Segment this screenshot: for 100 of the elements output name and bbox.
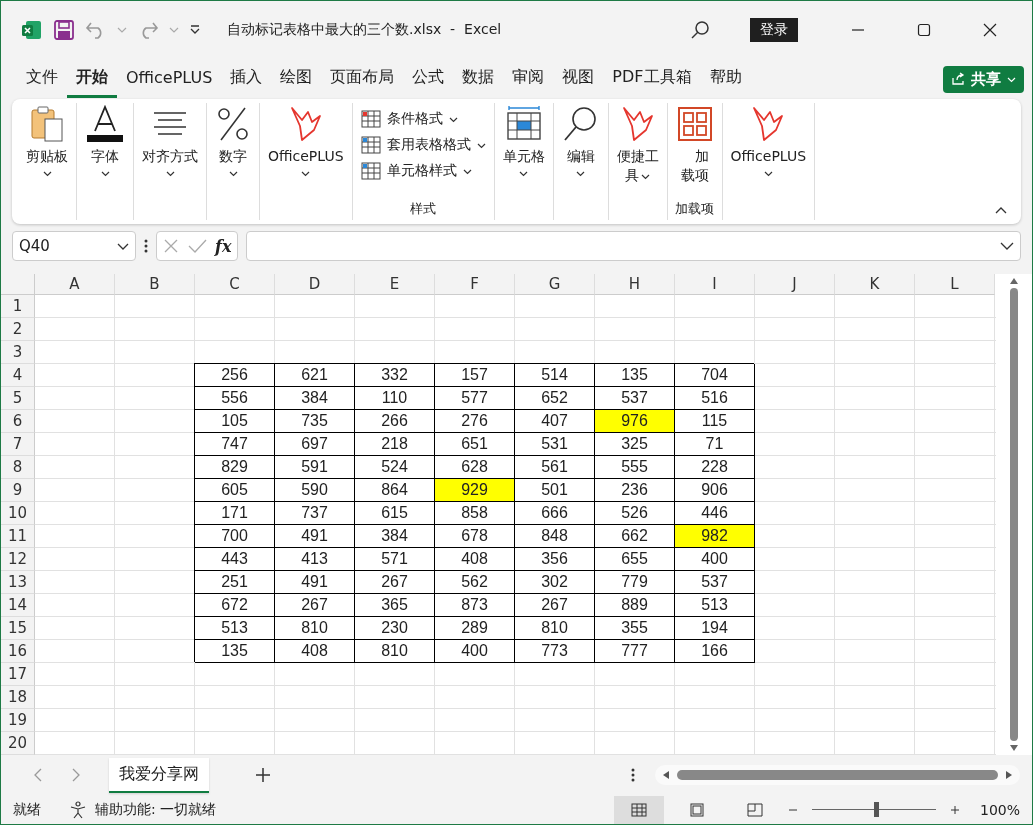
- table-cell: 652: [515, 387, 595, 410]
- table-icon: [360, 136, 381, 154]
- expand-caret-icon[interactable]: [1000, 242, 1014, 250]
- row-header[interactable]: 8: [1, 456, 35, 479]
- column-header[interactable]: I: [675, 274, 755, 295]
- more-options-icon[interactable]: [631, 768, 635, 782]
- row-header[interactable]: 4: [1, 364, 35, 387]
- ribbon-button[interactable]: 剪贴板: [22, 103, 72, 179]
- row-header[interactable]: 1: [1, 295, 35, 318]
- ribbon-tab[interactable]: 文件: [17, 60, 67, 98]
- search-icon[interactable]: [690, 20, 710, 40]
- accessibility-icon[interactable]: [69, 800, 87, 819]
- row-header[interactable]: 16: [1, 640, 35, 663]
- table-cell: 829: [195, 456, 275, 479]
- column-header[interactable]: A: [35, 274, 115, 295]
- view-button[interactable]: [613, 795, 664, 824]
- table-cell: 266: [355, 410, 435, 433]
- table-cell: 556: [195, 387, 275, 410]
- column-header[interactable]: L: [915, 274, 995, 295]
- row-header[interactable]: 2: [1, 318, 35, 341]
- add-sheet-icon[interactable]: [255, 767, 271, 783]
- maximize-icon[interactable]: [917, 23, 931, 37]
- ribbon-button[interactable]: 编辑: [557, 103, 604, 179]
- sign-in-button[interactable]: 登录: [750, 18, 798, 42]
- table-cell: 332: [355, 364, 435, 387]
- column-header[interactable]: E: [355, 274, 435, 295]
- table-cell: 615: [355, 502, 435, 525]
- table-cell: 491: [275, 571, 355, 594]
- customize-caret-icon[interactable]: [189, 25, 201, 35]
- sheet-tab[interactable]: 我爱分享网: [109, 757, 209, 793]
- zoom-slider-thumb[interactable]: [874, 802, 880, 817]
- name-box[interactable]: Q40: [12, 231, 136, 261]
- scroll-right-icon[interactable]: [1006, 771, 1012, 779]
- ribbon-tab[interactable]: 帮助: [700, 60, 751, 98]
- ribbon-menu-button[interactable]: 单元格样式: [356, 159, 490, 183]
- column-header[interactable]: H: [595, 274, 675, 295]
- share-button[interactable]: 共享: [943, 65, 1024, 93]
- scroll-up-icon[interactable]: [1010, 278, 1018, 284]
- ribbon-tab[interactable]: PDF工具箱: [603, 60, 701, 98]
- next-sheet-icon[interactable]: [71, 768, 81, 782]
- table-cell: 105: [195, 410, 275, 433]
- ribbon-button[interactable]: OfficePLUS: [726, 103, 811, 179]
- ribbon-tab[interactable]: 公式: [403, 60, 454, 98]
- zoom-level[interactable]: 100%: [979, 801, 1020, 818]
- row-header[interactable]: 20: [1, 732, 35, 755]
- column-header[interactable]: B: [115, 274, 195, 295]
- ribbon-tab[interactable]: 视图: [553, 60, 604, 98]
- row-header[interactable]: 10: [1, 502, 35, 525]
- ribbon-menu-button[interactable]: 条件格式: [356, 107, 490, 131]
- zoom-in-icon[interactable]: [949, 804, 960, 815]
- accessibility-status[interactable]: 辅助功能: 一切就绪: [95, 800, 217, 819]
- row-header[interactable]: 19: [1, 709, 35, 732]
- row-header[interactable]: 17: [1, 663, 35, 686]
- ribbon-tab[interactable]: 绘图: [271, 60, 322, 98]
- row-header[interactable]: 3: [1, 341, 35, 364]
- more-options-icon[interactable]: [144, 239, 148, 253]
- ribbon-tab[interactable]: OfficePLUS: [117, 61, 222, 97]
- ribbon-button[interactable]: 便捷工具: [612, 103, 663, 187]
- row-header[interactable]: 9: [1, 479, 35, 502]
- ribbon-tab[interactable]: 审阅: [503, 60, 554, 98]
- scroll-left-icon[interactable]: [663, 771, 669, 779]
- table-cell: 384: [355, 525, 435, 548]
- column-header[interactable]: K: [835, 274, 915, 295]
- ribbon-button[interactable]: OfficePLUS: [264, 103, 348, 179]
- column-header[interactable]: F: [435, 274, 515, 295]
- row-header[interactable]: 7: [1, 433, 35, 456]
- insert-function-button[interactable]: fx: [215, 236, 232, 256]
- row-header[interactable]: 13: [1, 571, 35, 594]
- row-header[interactable]: 12: [1, 548, 35, 571]
- column-header[interactable]: J: [755, 274, 835, 295]
- row-header[interactable]: 18: [1, 686, 35, 709]
- ribbon-tab[interactable]: 插入: [221, 60, 272, 98]
- row-header[interactable]: 5: [1, 387, 35, 410]
- row-header[interactable]: 15: [1, 617, 35, 640]
- ribbon-menu-button[interactable]: 套用表格格式: [356, 133, 490, 157]
- ribbon-button[interactable]: 单元格: [498, 103, 549, 179]
- row-header[interactable]: 6: [1, 410, 35, 433]
- ribbon-tab[interactable]: 页面布局: [321, 60, 404, 98]
- ribbon-tab[interactable]: 数据: [453, 60, 504, 98]
- close-icon[interactable]: [983, 23, 997, 37]
- horizontal-scrollbar[interactable]: [655, 765, 1020, 785]
- ribbon-button[interactable]: 数字: [211, 103, 255, 179]
- ribbon-button[interactable]: 对齐方式: [138, 103, 202, 179]
- column-header[interactable]: C: [195, 274, 275, 295]
- column-header[interactable]: D: [275, 274, 355, 295]
- collapse-ribbon-icon[interactable]: [995, 206, 1007, 214]
- scroll-down-icon[interactable]: [1010, 745, 1018, 751]
- previous-sheet-icon[interactable]: [33, 768, 43, 782]
- column-header[interactable]: G: [515, 274, 595, 295]
- scrollbar-thumb[interactable]: [1010, 288, 1018, 741]
- ribbon-button[interactable]: 加载项: [671, 103, 718, 187]
- scrollbar-thumb[interactable]: [677, 770, 998, 780]
- table-cell: 537: [675, 571, 755, 594]
- check-icon[interactable]: [187, 238, 207, 254]
- ribbon-button[interactable]: 字体: [81, 103, 129, 179]
- save-icon[interactable]: [53, 19, 75, 41]
- formula-input-field[interactable]: [246, 231, 1021, 261]
- table-cell: 157: [435, 364, 515, 387]
- row-header[interactable]: 14: [1, 594, 35, 617]
- row-header[interactable]: 11: [1, 525, 35, 548]
